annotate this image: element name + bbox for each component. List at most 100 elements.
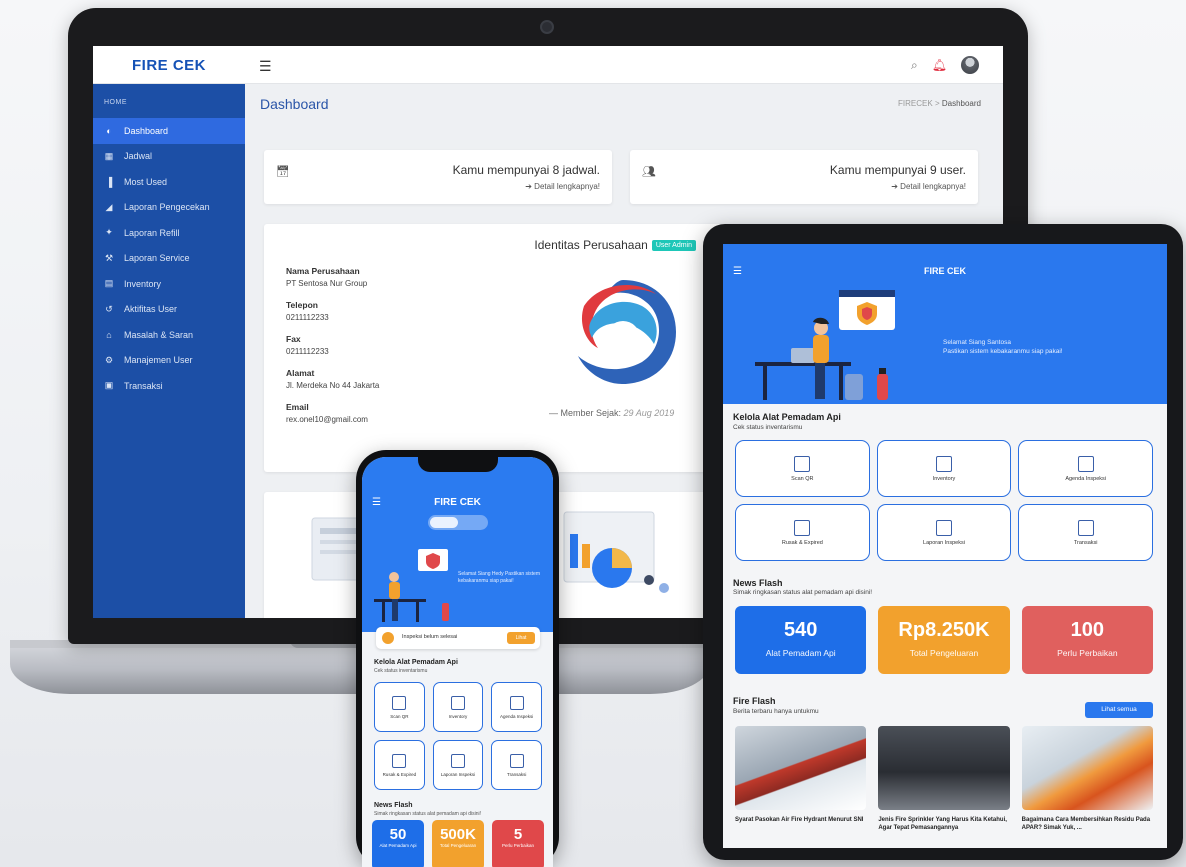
top-bar: FIRE CEK ☰ ⌕ 🔔︎ <box>93 46 1003 84</box>
users-detail-link[interactable]: ➔ Detail lengkapnya! <box>891 182 966 191</box>
stat-value: 50 <box>389 826 407 843</box>
company-field-label: Nama Perusahaan <box>286 266 360 276</box>
breadcrumb-root[interactable]: FIRECEK <box>898 99 933 108</box>
phone-tile-agenda-inspeksi[interactable]: Agenda Inspeksi <box>491 682 542 732</box>
search-icon[interactable]: ⌕ <box>911 58 918 73</box>
tablet-greeting: Selamat Siang Santosa Pastikan sistem ke… <box>943 338 1123 356</box>
tile-label: Laporan Inspeksi <box>440 771 476 777</box>
schedule-count-text: Kamu mempunyai 8 jadwal. <box>452 163 600 177</box>
schedule-card: 📅︎ Kamu mempunyai 8 jadwal. ➔ Detail len… <box>264 150 612 204</box>
phone-tile-laporan-inspeksi[interactable]: Laporan Inspeksi <box>432 740 484 790</box>
sidebar-item-transaksi[interactable]: ▣ Transaksi <box>93 373 245 399</box>
sidebar-item-aktifitas-user[interactable]: ↺ Aktifitas User <box>93 297 245 323</box>
article-title: Bagaimana Cara Membersihkan Residu Pada … <box>1021 817 1151 831</box>
tile-icon <box>450 695 465 710</box>
sidebar-item-label: Masalah & Saran <box>124 329 194 340</box>
phone-tile-scan-qr[interactable]: Scan QR <box>374 682 425 732</box>
phone-brand: FIRE CEK <box>434 497 481 508</box>
tile-label: Transaksi <box>506 771 527 777</box>
tablet-tile-laporan-inspeksi[interactable]: Laporan Inspeksi <box>876 504 1012 561</box>
phone-stat-card[interactable]: 50 Alat Pemadam Api <box>372 820 424 867</box>
tablet-tile-scan-qr[interactable]: Scan QR <box>735 440 870 497</box>
phone-tile-transaksi[interactable]: Transaksi <box>491 740 542 790</box>
tile-label: Rusak & Expired <box>382 771 417 777</box>
sidebar-item-label: Jadwal <box>124 151 153 162</box>
company-title-text: Identitas Perusahaan <box>534 238 648 252</box>
see-all-button[interactable]: Lihat semua <box>1085 702 1153 718</box>
company-field-label: Fax <box>286 334 301 344</box>
role-badge: User Admin <box>651 240 696 252</box>
bell-icon[interactable]: 🔔︎ <box>932 58 947 72</box>
sidebar-item-jadwal[interactable]: ▦ Jadwal <box>93 144 245 170</box>
brand-logo[interactable]: FIRE CEK <box>93 46 245 84</box>
tile-label: Inventory <box>932 475 956 482</box>
article-title: Syarat Pasokan Air Fire Hydrant Menurut … <box>735 817 864 823</box>
tablet-stat-card[interactable]: Rp8.250K Total Pengeluaran <box>878 606 1010 674</box>
article-card[interactable]: Jenis Fire Sprinkler Yang Harus Kita Ket… <box>878 726 1010 832</box>
tablet-stat-card[interactable]: 540 Alat Pemadam Api <box>735 606 867 674</box>
sidebar-item-laporan-refill[interactable]: ✦ Laporan Refill <box>93 220 245 246</box>
article-image <box>878 726 1010 810</box>
article-image <box>735 726 867 810</box>
sidebar-item-laporan-service[interactable]: ⚒ Laporan Service <box>93 246 245 272</box>
schedule-detail-link[interactable]: ➔ Detail lengkapnya! <box>525 182 600 191</box>
phone-greeting: Selamat Siang Hedy Pastikan sistem kebak… <box>458 571 540 584</box>
sidebar-item-most-used[interactable]: ▐ Most Used <box>93 169 245 195</box>
sidebar-item-label: Manajemen User <box>124 355 193 366</box>
tablet-tile-transaksi[interactable]: Transaksi <box>1018 504 1153 561</box>
tablet-tile-agenda-inspeksi[interactable]: Agenda Inspeksi <box>1018 440 1153 497</box>
phone-alert-text: Inspeksi belum selesai <box>402 634 458 640</box>
tile-icon <box>935 519 952 536</box>
phone-device: ☰ FIRE CEK Selamat Siang Hedy Pastikan s… <box>356 450 559 867</box>
phone-alert-button[interactable]: Lihat <box>507 632 535 644</box>
tile-label: Scan QR <box>791 475 814 482</box>
tablet-tile-rusak-expired[interactable]: Rusak & Expired <box>735 504 870 561</box>
page-title: Dashboard <box>260 96 329 112</box>
phone-news-subtitle: Simak ringkasan status alat pemadam api … <box>374 811 481 817</box>
tablet-stats: 540 Alat Pemadam Api Rp8.250K Total Pengelu… <box>735 606 1153 674</box>
member-since-label: — Member Sejak: <box>549 408 622 418</box>
users-icon: 👥︎ <box>642 166 656 178</box>
sidebar-item-manajemen-user[interactable]: ⚙ Manajemen User <box>93 348 245 374</box>
dashboard-icon: ◐ <box>106 125 112 136</box>
users-count-text: Kamu mempunyai 9 user. <box>829 163 966 177</box>
article-card[interactable]: Syarat Pasokan Air Fire Hydrant Menurut … <box>735 726 867 832</box>
sidebar-item-masalah-saran[interactable]: ⌂ Masalah & Saran <box>93 322 245 348</box>
phone-tile-inventory[interactable]: Inventory <box>432 682 484 732</box>
phone-stat-card[interactable]: 500K Total Pengeluaran <box>432 820 484 867</box>
menu-toggle-icon[interactable]: ☰ <box>259 58 272 75</box>
article-image <box>1021 726 1153 810</box>
brand-text: FIRE CEK <box>131 56 206 74</box>
sidebar-item-dashboard[interactable]: ◐ Dashboard <box>93 118 245 144</box>
sidebar-item-label: Aktifitas User <box>124 304 178 315</box>
stat-label: Total Pengeluaran <box>909 648 979 658</box>
sidebar-item-label: Laporan Service <box>124 253 190 264</box>
tile-icon <box>794 519 811 536</box>
phone-tile-rusak-expired[interactable]: Rusak & Expired <box>374 740 425 790</box>
tablet-section-subtitle: Cek status inventarismu <box>733 424 803 431</box>
schedule-detail-label: Detail lengkapnya! <box>534 182 600 191</box>
tablet-hero: ☰ FIRE CEK Selamat Siang Santosa Pastika… <box>723 244 1167 404</box>
phone-stat-card[interactable]: 5 Perlu Perbaikan <box>492 820 544 867</box>
company-field-value: PT Sentosa Nur Group <box>286 279 368 288</box>
company-field-label: Alamat <box>286 368 315 378</box>
tablet-stat-card[interactable]: 100 Perlu Perbaikan <box>1021 606 1153 674</box>
tile-icon <box>935 455 952 472</box>
sidebar-item-label: Most Used <box>124 176 168 187</box>
sidebar-item-label: Laporan Refill <box>124 227 180 238</box>
tile-label: Agenda Inspeksi <box>1065 475 1106 482</box>
avatar[interactable] <box>961 56 979 74</box>
phone-hero-illustration <box>374 549 449 622</box>
sidebar-item-inventory[interactable]: ▤ Inventory <box>93 271 245 297</box>
inbox-icon: ⌂ <box>106 329 112 340</box>
fire-flash-subtitle: Berita terbaru hanya untukmu <box>733 708 819 715</box>
article-card[interactable]: Bagaimana Cara Membersihkan Residu Pada … <box>1021 726 1153 832</box>
company-field-label: Email <box>286 402 309 412</box>
company-field-value: 0211112233 <box>286 347 329 356</box>
phone-mode-toggle[interactable] <box>428 515 488 530</box>
stat-label: Alat Pemadam Api <box>379 843 417 848</box>
tablet-tile-inventory[interactable]: Inventory <box>876 440 1012 497</box>
sidebar-item-laporan-pengecekan[interactable]: ◢ Laporan Pengecekan <box>93 195 245 221</box>
company-fields: Nama Perusahaan PT Sentosa Nur Group Telep… <box>286 266 379 424</box>
breadcrumb: FIRECEK > Dashboard <box>898 99 981 108</box>
